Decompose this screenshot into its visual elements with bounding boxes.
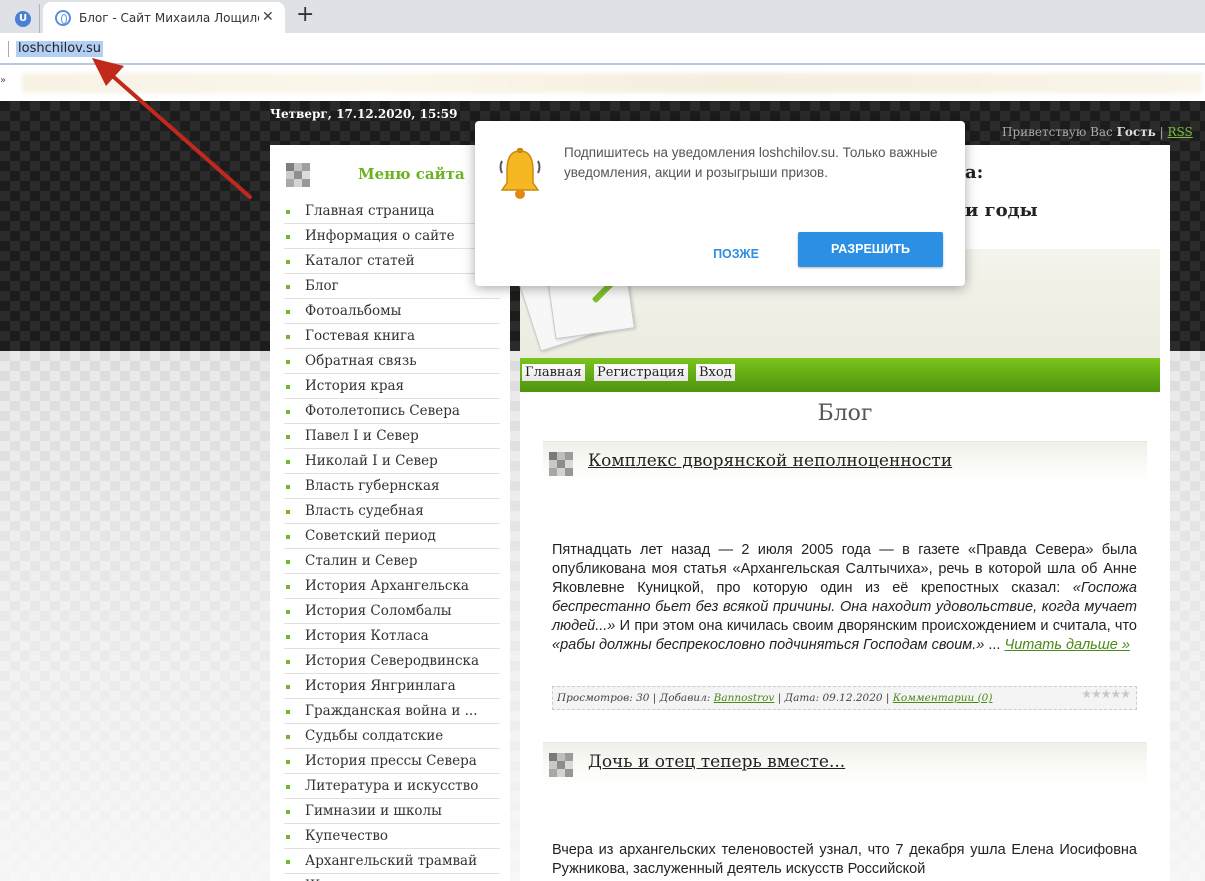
- notification-permission-popup: Подпишитесь на уведомления loshchilov.su…: [475, 121, 965, 286]
- sidebar-menu-item[interactable]: Обратная связь: [284, 349, 500, 374]
- sidebar-menu-item[interactable]: Власть судебная: [284, 499, 500, 524]
- bookmarks-bar: »: [0, 65, 1205, 101]
- site-favicon-icon: [55, 10, 71, 26]
- post-text: Пятнадцать лет назад — 2 июля 2005 года …: [552, 542, 1137, 596]
- post-text: ...: [984, 637, 1005, 653]
- tab-close-icon[interactable]: ✕: [262, 9, 274, 25]
- top-navigation: Главная Регистрация Вход: [520, 358, 1160, 392]
- browser-tab-inactive[interactable]: U: [4, 4, 40, 33]
- post-quote: «рабы должны беспрекословно подчиняться …: [552, 637, 985, 653]
- nav-login-link[interactable]: Вход: [696, 364, 735, 381]
- sidebar-menu-item[interactable]: Литература и искусство: [284, 774, 500, 799]
- page-heading: Блог: [817, 401, 873, 426]
- sidebar-menu-item[interactable]: Фотолетопись Севера: [284, 399, 500, 424]
- sidebar-menu-item[interactable]: Сталин и Север: [284, 549, 500, 574]
- sidebar-menu-item[interactable]: История края: [284, 374, 500, 399]
- post-header: Дочь и отец теперь вместе...: [543, 742, 1147, 788]
- extension-u-icon: U: [15, 11, 31, 27]
- bell-icon: [499, 148, 541, 199]
- sidebar-menu-item[interactable]: Архангельский трамвай: [284, 849, 500, 874]
- browser-tab-bar: U Блог - Сайт Михаила Лощилова ✕ +: [0, 0, 1205, 33]
- post-text: Вчера из архангельских теленовостей узна…: [552, 842, 1137, 877]
- nav-register-link[interactable]: Регистрация: [594, 364, 688, 381]
- pixel-block-icon: [549, 753, 573, 777]
- allow-button[interactable]: РАЗРЕШИТЬ: [798, 232, 943, 267]
- post-header: Комплекс дворянской неполноценности: [543, 441, 1147, 487]
- greeting-user: Гость: [1116, 125, 1156, 139]
- bookmarks-overflow-icon[interactable]: »: [0, 75, 6, 86]
- meta-date: | Дата: 09.12.2020 |: [774, 692, 893, 704]
- post-body: Пятнадцать лет назад — 2 июля 2005 года …: [552, 541, 1137, 655]
- browser-tab-active[interactable]: Блог - Сайт Михаила Лощилова ✕: [43, 2, 285, 33]
- post-body: Вчера из архангельских теленовостей узна…: [552, 841, 1137, 879]
- sidebar-menu-item[interactable]: Купечество: [284, 824, 500, 849]
- greeting: Приветствую Вас Гость | RSS: [1002, 125, 1193, 139]
- sidebar-menu-item[interactable]: Судьбы солдатские: [284, 724, 500, 749]
- address-bar[interactable]: loshchilov.su: [0, 33, 1205, 65]
- comments-link[interactable]: Комментарии (0): [893, 692, 993, 704]
- post-title-link[interactable]: Комплекс дворянской неполноценности: [588, 451, 952, 471]
- pixel-block-icon: [549, 452, 573, 476]
- popup-message: Подпишитесь на уведомления loshchilov.su…: [564, 145, 938, 180]
- rss-link[interactable]: RSS: [1168, 125, 1193, 139]
- post-meta: Просмотров: 30 | Добавил: Bannostrov | Д…: [552, 686, 1137, 710]
- sidebar-menu-item[interactable]: Павел I и Север: [284, 424, 500, 449]
- sidebar-menu-item[interactable]: Гражданская война и ...: [284, 699, 500, 724]
- sidebar-menu-item[interactable]: Гимназии и школы: [284, 799, 500, 824]
- sidebar-menu-item[interactable]: Ж...: [284, 874, 500, 881]
- nav-home-link[interactable]: Главная: [522, 364, 585, 381]
- author-link[interactable]: Bannostrov: [714, 692, 775, 704]
- sidebar-menu-item[interactable]: Николай I и Север: [284, 449, 500, 474]
- url-text[interactable]: loshchilov.su: [16, 41, 103, 57]
- sidebar-menu-item[interactable]: Советский период: [284, 524, 500, 549]
- sidebar-menu-item[interactable]: Информация о сайте: [284, 224, 500, 249]
- sidebar-menu-item[interactable]: Гостевая книга: [284, 324, 500, 349]
- post-text: И при этом она кичилась своим дворянским…: [615, 618, 1137, 634]
- new-tab-button[interactable]: +: [296, 4, 314, 26]
- sidebar-menu-item[interactable]: История Северодвинска: [284, 649, 500, 674]
- sidebar-menu-item[interactable]: Фотоальбомы: [284, 299, 500, 324]
- sidebar: Меню сайта Главная страница Информация о …: [270, 145, 510, 881]
- rating-stars-icon[interactable]: ★★★★★: [1081, 687, 1131, 701]
- site-title-line2: и годы: [965, 200, 1038, 221]
- sidebar-menu-item[interactable]: Главная страница: [284, 199, 500, 224]
- greeting-prefix: Приветствую Вас: [1002, 125, 1113, 139]
- sidebar-menu-item[interactable]: История Архангельска: [284, 574, 500, 599]
- post-title-link[interactable]: Дочь и отец теперь вместе...: [588, 752, 845, 772]
- sidebar-title: Меню сайта: [358, 165, 465, 183]
- sidebar-menu-item[interactable]: История Соломбалы: [284, 599, 500, 624]
- pixel-block-icon: [286, 163, 310, 187]
- sidebar-menu-item[interactable]: История прессы Севера: [284, 749, 500, 774]
- sidebar-menu-item[interactable]: Блог: [284, 274, 500, 299]
- address-separator: [8, 41, 9, 57]
- sidebar-menu-item[interactable]: История Котласа: [284, 624, 500, 649]
- sidebar-header: Меню сайта: [286, 163, 500, 191]
- sidebar-menu-item[interactable]: Власть губернская: [284, 474, 500, 499]
- sidebar-menu-item[interactable]: Каталог статей: [284, 249, 500, 274]
- site-datetime: Четверг, 17.12.2020, 15:59: [270, 107, 458, 121]
- sidebar-menu: Главная страница Информация о сайте Катало…: [284, 199, 500, 881]
- tab-title: Блог - Сайт Михаила Лощилова: [79, 11, 259, 25]
- read-more-link[interactable]: Читать дальше »: [1004, 637, 1129, 653]
- blurred-bookmarks: [22, 73, 1202, 93]
- later-button[interactable]: ПОЗЖЕ: [687, 241, 785, 267]
- meta-views: Просмотров: 30 | Добавил:: [557, 692, 714, 704]
- sidebar-menu-item[interactable]: История Янгринлага: [284, 674, 500, 699]
- site-title-line1: а:: [965, 162, 984, 183]
- greeting-separator: |: [1159, 125, 1164, 139]
